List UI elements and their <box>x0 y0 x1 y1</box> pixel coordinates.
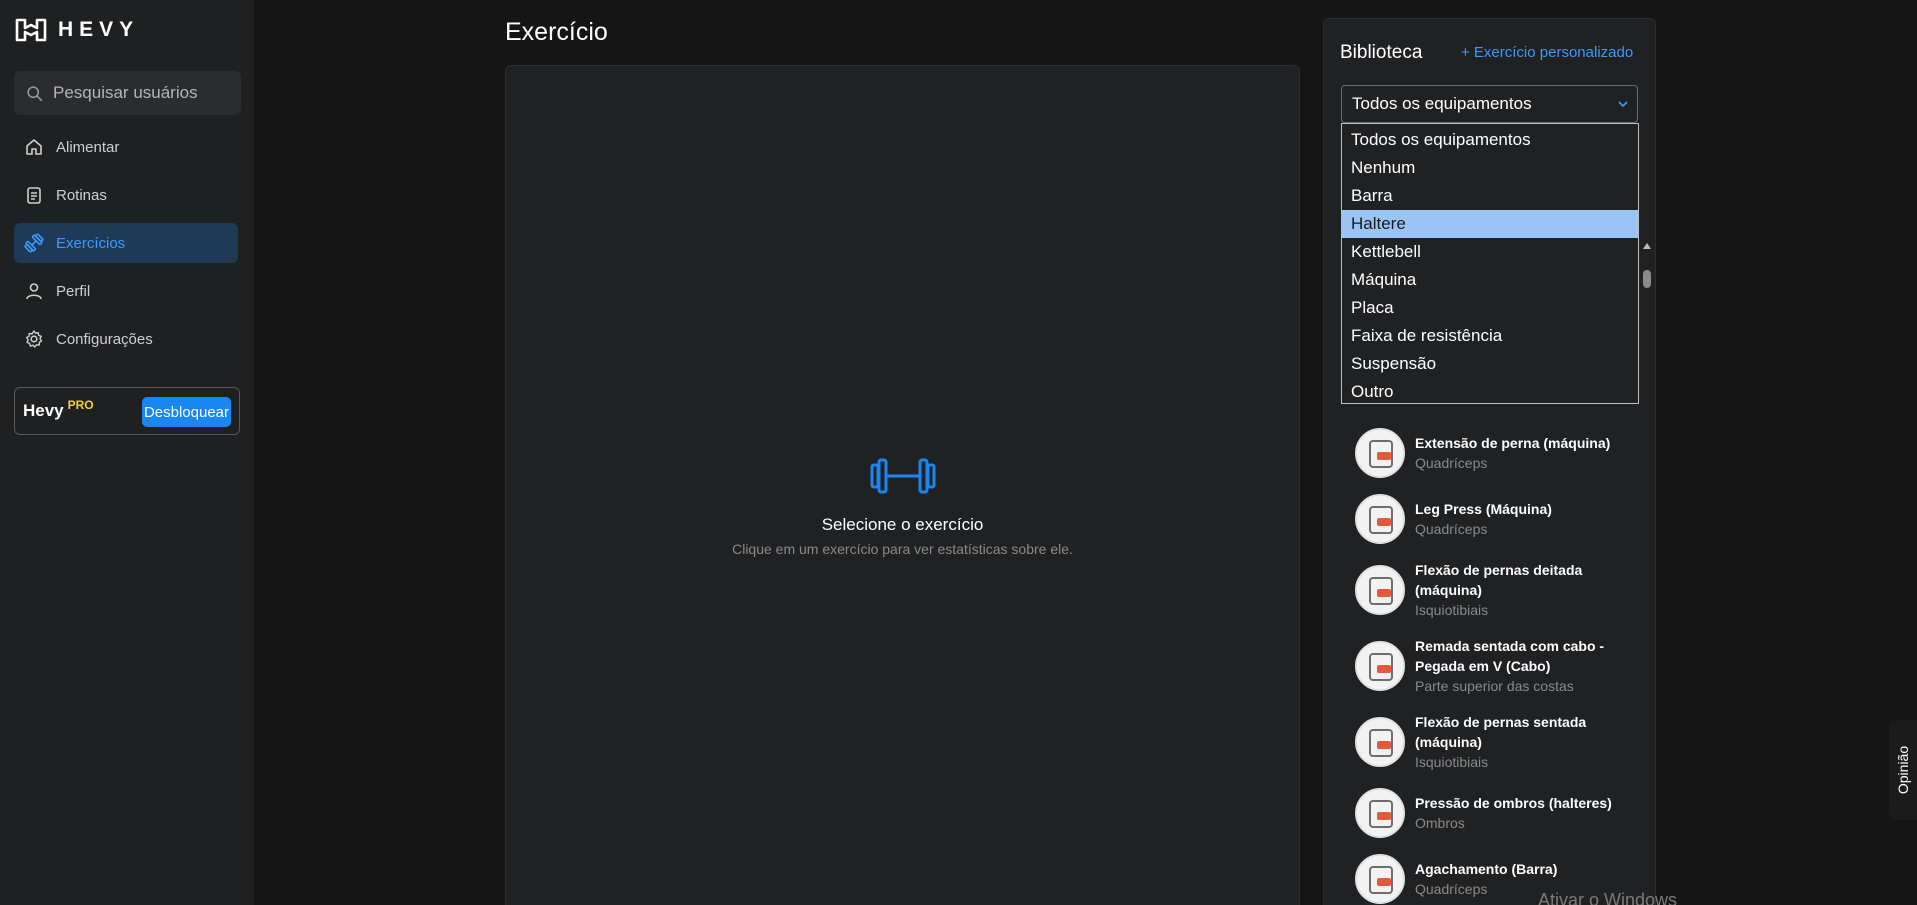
logo[interactable]: HEVY <box>14 17 139 43</box>
exercise-thumbnail <box>1355 641 1405 691</box>
home-icon <box>26 139 42 155</box>
exercise-name: Pressão de ombros (halteres) <box>1415 795 1612 811</box>
clipboard-icon <box>27 187 41 204</box>
sidebar-item-label: Perfil <box>56 282 91 300</box>
exercise-name: Flexão de pernas sentada (máquina) <box>1415 714 1587 750</box>
sidebar-item-rotinas[interactable]: Rotinas <box>14 175 238 215</box>
pro-upsell: Hevy PRO Desbloquear <box>14 387 240 435</box>
feedback-label: Opinião <box>1895 745 1912 795</box>
equipment-option[interactable]: Barra <box>1342 182 1638 210</box>
sidebar-nav: Alimentar Rotinas Exercícios Perfil Conf… <box>14 127 238 367</box>
feedback-tab[interactable]: Opinião <box>1889 720 1917 820</box>
exercise-muscle: Quadríceps <box>1415 881 1488 897</box>
exercise-stats-panel: Selecione o exercício Clique em um exerc… <box>505 65 1300 905</box>
sidebar: HEVY Alimentar Rotinas <box>0 0 254 905</box>
equipment-option[interactable]: Suspensão <box>1342 350 1638 378</box>
exercise-muscle: Parte superior das costas <box>1415 678 1574 694</box>
scroll-up-arrow-icon[interactable] <box>1642 241 1652 251</box>
sidebar-item-perfil[interactable]: Perfil <box>14 271 238 311</box>
exercise-muscle: Ombros <box>1415 815 1465 831</box>
page-title: Exercício <box>505 18 608 46</box>
sidebar-item-label: Exercícios <box>56 234 126 252</box>
sidebar-item-exercicios[interactable]: Exercícios <box>14 223 238 263</box>
equipment-option[interactable]: Placa <box>1342 294 1638 322</box>
custom-exercise-link[interactable]: + Exercício personalizado <box>1461 44 1633 61</box>
sidebar-item-label: Rotinas <box>56 186 107 204</box>
search-box[interactable] <box>14 71 241 115</box>
equipment-option-selected[interactable]: Haltere <box>1342 210 1638 238</box>
exercise-thumbnail <box>1355 788 1405 838</box>
dumbbell-icon <box>870 458 935 494</box>
list-item[interactable]: Pressão de ombros (halteres) Ombros <box>1355 780 1635 846</box>
list-item[interactable]: Remada sentada com cabo - Pegada em V (C… <box>1355 628 1635 704</box>
sidebar-item-label: Alimentar <box>56 138 120 156</box>
exercise-thumbnail <box>1355 428 1405 478</box>
sidebar-item-alimentar[interactable]: Alimentar <box>14 127 238 167</box>
empty-state-title: Selecione o exercício <box>821 515 984 534</box>
search-icon <box>27 85 43 101</box>
sidebar-item-label: Configurações <box>56 330 153 348</box>
empty-state: Selecione o exercício Clique em um exerc… <box>506 456 1299 557</box>
equipment-select[interactable]: Todos os equipamentos <box>1341 85 1638 123</box>
unlock-button[interactable]: Desbloquear <box>141 397 231 427</box>
library-title: Biblioteca <box>1340 42 1423 63</box>
exercise-muscle: Quadríceps <box>1415 455 1488 471</box>
list-item[interactable]: Extensão de perna (máquina) Quadríceps <box>1355 420 1635 486</box>
exercise-thumbnail <box>1355 854 1405 904</box>
pro-brand: Hevy <box>23 401 64 420</box>
pro-badge: PRO <box>67 398 94 412</box>
exercise-thumbnail <box>1355 717 1405 767</box>
gear-icon <box>25 330 43 348</box>
exercise-muscle: Isquiotibiais <box>1415 602 1489 618</box>
exercise-thumbnail <box>1355 565 1405 615</box>
sidebar-item-configuracoes[interactable]: Configurações <box>14 319 238 359</box>
equipment-select-value: Todos os equipamentos <box>1352 94 1532 113</box>
exercise-name: Extensão de perna (máquina) <box>1415 435 1611 451</box>
hevy-logo-icon <box>15 18 47 42</box>
exercise-name: Remada sentada com cabo - Pegada em V (C… <box>1415 638 1605 674</box>
windows-activation-watermark: Ativar o Windows <box>1538 890 1678 905</box>
exercise-name: Agachamento (Barra) <box>1415 861 1558 877</box>
equipment-dropdown: Todos os equipamentos Nenhum Barra Halte… <box>1341 123 1639 404</box>
equipment-option[interactable]: Faixa de resistência <box>1342 322 1638 350</box>
user-icon <box>26 283 42 300</box>
search-input[interactable] <box>53 83 233 103</box>
exercise-thumbnail <box>1355 494 1405 544</box>
exercise-name: Flexão de pernas deitada (máquina) <box>1415 562 1583 598</box>
exercise-muscle: Quadríceps <box>1415 521 1488 537</box>
dumbbell-icon <box>24 233 44 253</box>
equipment-option[interactable]: Máquina <box>1342 266 1638 294</box>
equipment-option[interactable]: Kettlebell <box>1342 238 1638 266</box>
scrollbar-thumb[interactable] <box>1643 270 1651 288</box>
logo-text: HEVY <box>58 18 140 41</box>
exercise-list: Extensão de perna (máquina) Quadríceps L… <box>1355 420 1635 905</box>
empty-state-subtitle: Clique em um exercício para ver estatíst… <box>732 541 1073 557</box>
equipment-option[interactable]: Outro <box>1342 378 1638 406</box>
chevron-down-icon <box>1618 101 1628 108</box>
exercise-name: Leg Press (Máquina) <box>1415 501 1552 517</box>
equipment-option[interactable]: Todos os equipamentos <box>1342 126 1638 154</box>
list-item[interactable]: Flexão de pernas sentada (máquina) Isqui… <box>1355 704 1635 780</box>
equipment-option[interactable]: Nenhum <box>1342 154 1638 182</box>
exercise-muscle: Isquiotibiais <box>1415 754 1489 770</box>
list-item[interactable]: Flexão de pernas deitada (máquina) Isqui… <box>1355 552 1635 628</box>
list-item[interactable]: Leg Press (Máquina) Quadríceps <box>1355 486 1635 552</box>
